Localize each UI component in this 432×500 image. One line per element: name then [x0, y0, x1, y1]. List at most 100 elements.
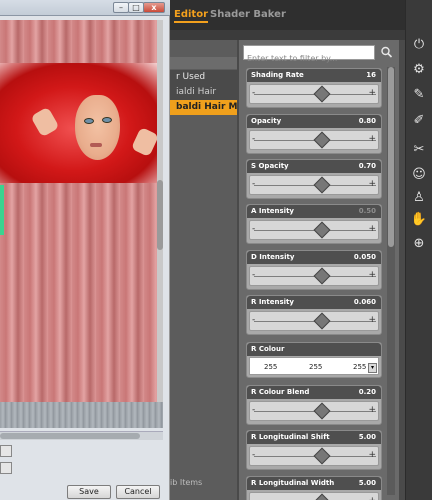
decrement-icon[interactable]: - — [252, 224, 255, 234]
list-item-selected[interactable]: baldi Hair Ma... — [165, 100, 237, 115]
increment-icon[interactable]: + — [368, 315, 376, 325]
viewport-horizontal-scrollbar[interactable] — [0, 431, 163, 440]
increment-icon[interactable]: + — [368, 134, 376, 144]
property-name: Opacity — [251, 117, 282, 125]
slider-track[interactable]: -+ — [249, 446, 379, 466]
panel-subbar — [165, 30, 405, 40]
slider-knob[interactable] — [313, 447, 331, 465]
slider-track[interactable]: -+ — [249, 492, 379, 500]
property-slider: R Longitudinal Shift 5.00- + — [246, 430, 382, 470]
scroll-thumb[interactable] — [0, 433, 140, 439]
colour-field[interactable]: 255 255 255 ▾ — [249, 357, 379, 375]
property-header: D Intensity 0.050 — [247, 251, 381, 264]
property-slider: A Intensity 0.50- + — [246, 204, 382, 244]
slider-track[interactable]: -+ — [249, 175, 379, 195]
slider-knob[interactable] — [313, 221, 331, 239]
increment-icon[interactable]: + — [368, 270, 376, 280]
slider-track[interactable]: -+ — [249, 311, 379, 331]
increment-icon[interactable]: + — [368, 496, 376, 500]
decrement-icon[interactable]: - — [252, 88, 255, 98]
property-name: Shading Rate — [251, 71, 304, 79]
property-header: R Intensity 0.060 — [247, 296, 381, 309]
slider-track[interactable]: -+ — [249, 130, 379, 150]
property-value[interactable]: 5.00 — [359, 479, 376, 487]
hand-icon[interactable]: ✋ — [410, 210, 428, 228]
viewport-vertical-scrollbar[interactable] — [157, 20, 163, 402]
property-scrollbar[interactable] — [387, 67, 395, 495]
slider-track[interactable]: -+ — [249, 220, 379, 240]
property-r-colour: R Colour 255 255 255 ▾ — [246, 342, 382, 378]
colour-picker-button[interactable]: ▾ — [368, 363, 377, 373]
scroll-thumb[interactable] — [388, 67, 394, 247]
property-name: R Intensity — [251, 298, 294, 306]
property-header: R Colour — [247, 343, 381, 356]
cancel-button[interactable]: Cancel — [116, 485, 160, 499]
character-eye-left — [84, 118, 94, 124]
filter-box — [243, 45, 375, 65]
slider-knob[interactable] — [313, 493, 331, 500]
minimize-button[interactable]: – — [113, 2, 129, 13]
slider-knob[interactable] — [313, 85, 331, 103]
globe-icon[interactable]: ⊕ — [410, 234, 428, 252]
pencil-icon[interactable]: ✐ — [410, 111, 428, 129]
property-value[interactable]: 0.80 — [359, 117, 376, 125]
slider-knob[interactable] — [313, 402, 331, 420]
maximize-button[interactable]: □ — [128, 2, 144, 13]
tab-shader-baker[interactable]: Shader Baker — [210, 9, 286, 20]
material-edit-icon[interactable]: ✎ — [410, 85, 428, 103]
character-face — [75, 95, 120, 160]
increment-icon[interactable]: + — [368, 450, 376, 460]
slider-track[interactable]: -+ — [249, 401, 379, 421]
colour-blue-value[interactable]: 255 — [353, 363, 366, 371]
search-icon[interactable] — [380, 45, 393, 60]
list-item[interactable]: ialdi Hair — [165, 85, 237, 100]
list-item[interactable]: r Used — [165, 70, 237, 85]
increment-icon[interactable]: + — [368, 224, 376, 234]
decrement-icon[interactable]: - — [252, 315, 255, 325]
filter-input[interactable] — [244, 52, 374, 65]
material-list-header — [165, 57, 237, 69]
property-value[interactable]: 0.70 — [359, 162, 376, 170]
close-button[interactable]: x — [143, 2, 165, 13]
increment-icon[interactable]: + — [368, 88, 376, 98]
colour-green-value[interactable]: 255 — [309, 363, 322, 371]
render-bottom-strip — [0, 402, 163, 428]
property-name: D Intensity — [251, 253, 295, 261]
power-icon[interactable]: ⏻ — [410, 35, 428, 53]
decrement-icon[interactable]: - — [252, 179, 255, 189]
property-value[interactable]: 16 — [366, 71, 376, 79]
property-value[interactable]: 5.00 — [359, 433, 376, 441]
decrement-icon[interactable]: - — [252, 270, 255, 280]
save-button[interactable]: Save — [67, 485, 111, 499]
property-header: R Longitudinal Shift 5.00 — [247, 431, 381, 444]
character-mouth — [90, 143, 102, 147]
slider-knob[interactable] — [313, 131, 331, 149]
tab-editor[interactable]: Editor — [174, 9, 208, 23]
property-value[interactable]: 0.060 — [354, 298, 376, 306]
side-button[interactable] — [0, 462, 12, 474]
colour-red-value[interactable]: 255 — [264, 363, 277, 371]
property-header: Opacity 0.80 — [247, 115, 381, 128]
property-value[interactable]: 0.50 — [359, 207, 376, 215]
decrement-icon[interactable]: - — [252, 405, 255, 415]
pose-icon[interactable]: ☺ — [410, 165, 428, 183]
decrement-icon[interactable]: - — [252, 450, 255, 460]
slider-track[interactable]: -+ — [249, 266, 379, 286]
decrement-icon[interactable]: - — [252, 496, 255, 500]
scroll-thumb[interactable] — [157, 180, 163, 250]
slider-knob[interactable] — [313, 176, 331, 194]
figure-edit-icon[interactable]: ⚙ — [410, 60, 428, 78]
slider-knob[interactable] — [313, 312, 331, 330]
property-slider: Shading Rate 16- + — [246, 68, 382, 108]
morph-icon[interactable]: ♙ — [410, 188, 428, 206]
increment-icon[interactable]: + — [368, 405, 376, 415]
decrement-icon[interactable]: - — [252, 134, 255, 144]
increment-icon[interactable]: + — [368, 179, 376, 189]
slider-knob[interactable] — [313, 267, 331, 285]
side-button[interactable] — [0, 445, 12, 457]
property-name: A Intensity — [251, 207, 294, 215]
slider-track[interactable]: -+ — [249, 84, 379, 104]
brush-icon[interactable]: ✂ — [410, 140, 428, 158]
property-value[interactable]: 0.050 — [354, 253, 376, 261]
property-value[interactable]: 0.20 — [359, 388, 376, 396]
